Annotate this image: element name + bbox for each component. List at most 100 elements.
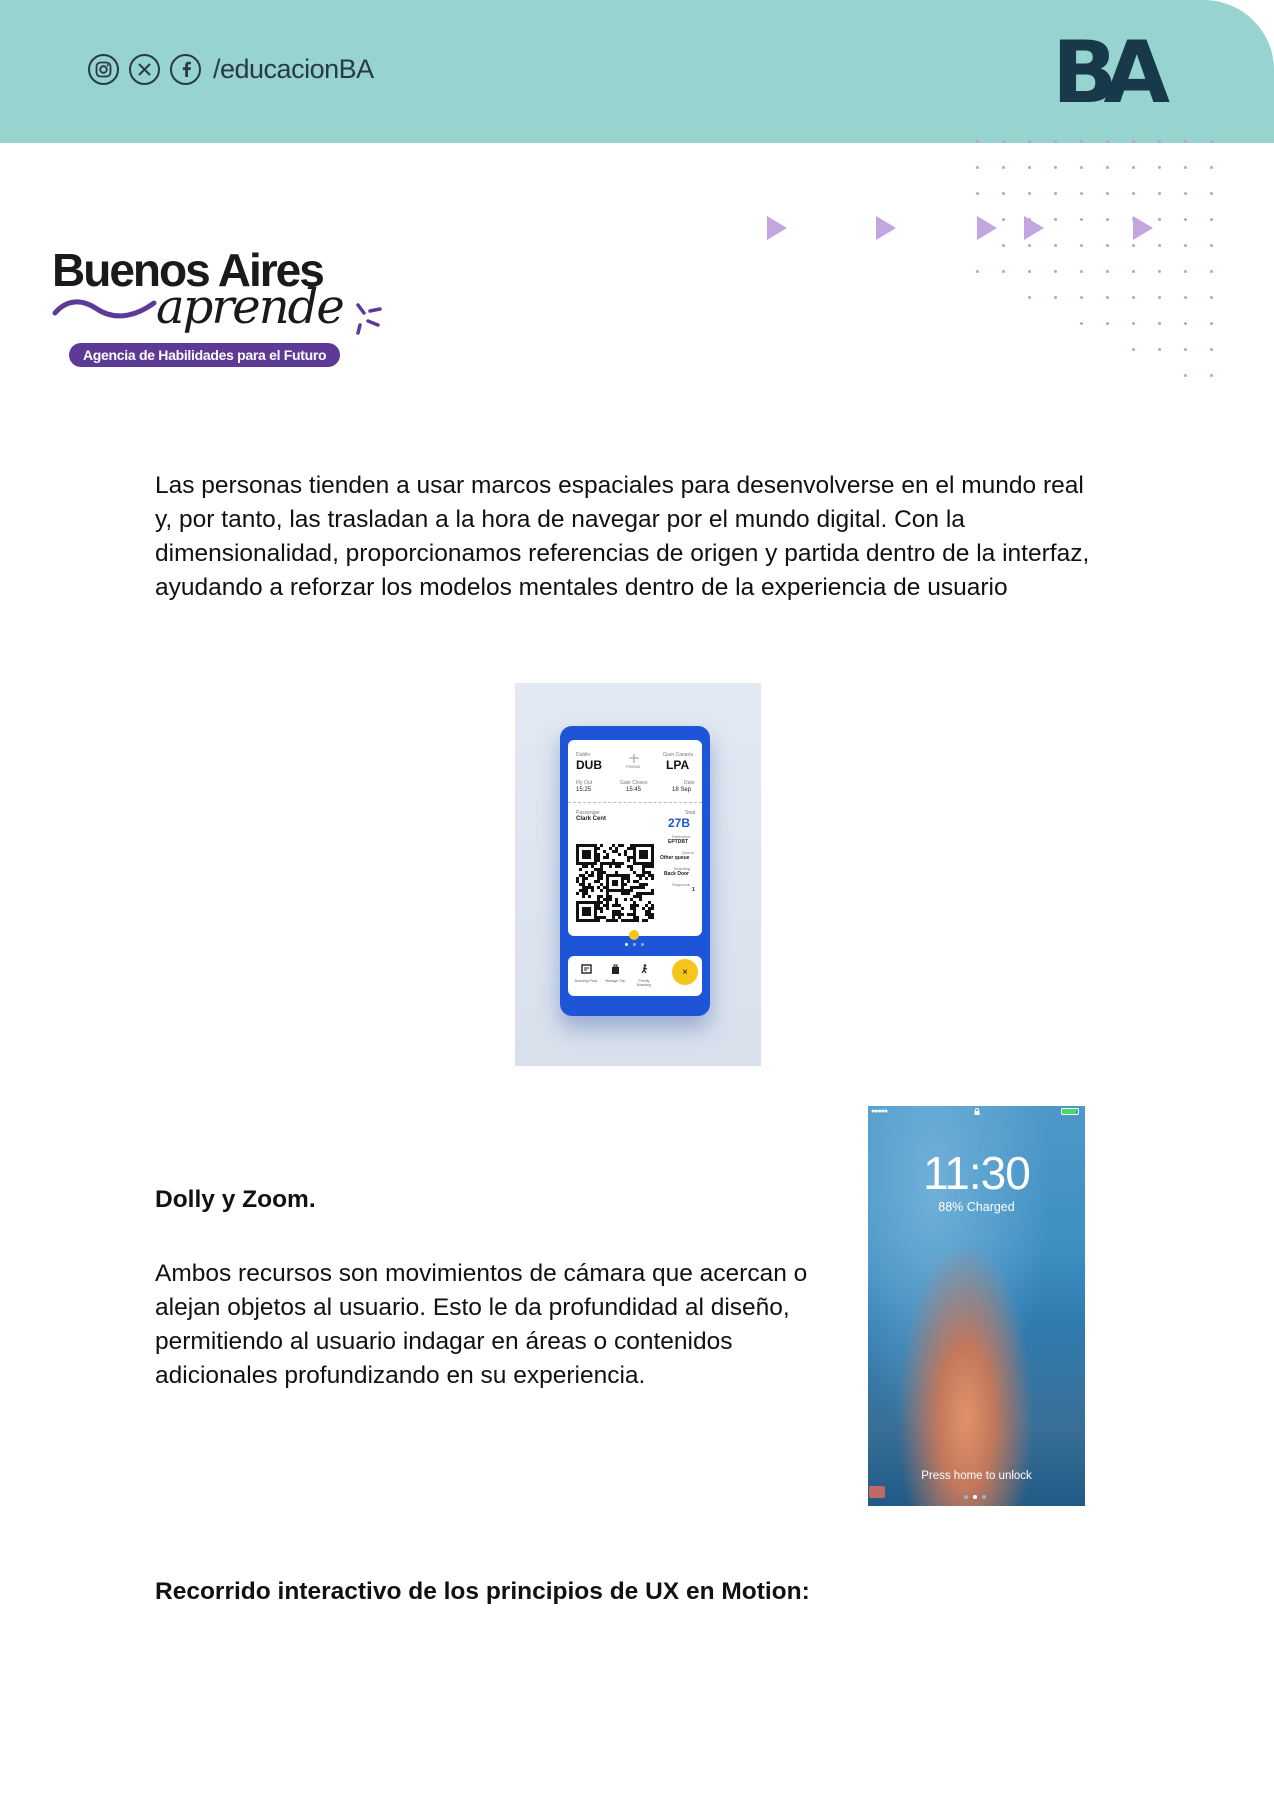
decorative-dot bbox=[1002, 244, 1005, 247]
decorative-dot bbox=[1158, 322, 1161, 325]
decorative-dot bbox=[1106, 270, 1109, 273]
decorative-dot bbox=[1210, 140, 1213, 143]
decorative-dot bbox=[1210, 166, 1213, 169]
decorative-dot bbox=[1132, 192, 1135, 195]
page-dots bbox=[962, 1495, 992, 1500]
decorative-dot bbox=[1054, 140, 1057, 143]
boarding-ticket: Dublin DUB FR8340 Gran Canaria LPA Fly O… bbox=[568, 740, 702, 940]
decorative-dot bbox=[1184, 218, 1187, 221]
signal-icon: ●●●●● bbox=[871, 1108, 888, 1115]
decorative-dot bbox=[1080, 270, 1083, 273]
decorative-dot bbox=[1028, 192, 1031, 195]
ba-logo: BA bbox=[1052, 23, 1170, 123]
decorative-dot bbox=[1028, 296, 1031, 299]
date-value: 18 Sep bbox=[672, 787, 692, 793]
decorative-dot bbox=[1132, 270, 1135, 273]
decorative-dot bbox=[1210, 348, 1213, 351]
unlock-hint: Press home to unlock bbox=[921, 1470, 1032, 1482]
nav-manage-trip[interactable]: Manage Trip bbox=[603, 961, 627, 983]
decorative-dot bbox=[1210, 374, 1213, 377]
reference-value: EPTDBT bbox=[668, 839, 688, 845]
nav-boarding-pass[interactable]: Boarding Pass bbox=[574, 961, 598, 983]
camera-icon[interactable] bbox=[869, 1486, 885, 1498]
decorative-dot bbox=[1080, 140, 1083, 143]
decorative-dot bbox=[976, 270, 979, 273]
charge-status: 88% Charged bbox=[938, 1200, 1015, 1214]
decorative-dot bbox=[1080, 166, 1083, 169]
lock-time: 11:30 bbox=[923, 1147, 1031, 1199]
decorative-dot bbox=[1028, 244, 1031, 247]
decorative-dot bbox=[1054, 192, 1057, 195]
decorative-dot bbox=[1184, 192, 1187, 195]
social-links: /educacionBA bbox=[88, 54, 374, 85]
decorative-dot bbox=[1106, 140, 1109, 143]
triangle-icon bbox=[977, 216, 997, 240]
decorative-dot bbox=[1132, 348, 1135, 351]
decorative-dot bbox=[1210, 322, 1213, 325]
decorative-dot bbox=[1028, 140, 1031, 143]
seat-value: 27B bbox=[668, 816, 691, 830]
decorative-dot bbox=[1106, 218, 1109, 221]
facebook-icon[interactable] bbox=[170, 54, 201, 85]
decorative-dot bbox=[1106, 244, 1109, 247]
decorative-dot bbox=[1106, 296, 1109, 299]
decorative-dot bbox=[1080, 296, 1083, 299]
decorative-dot bbox=[1184, 244, 1187, 247]
decorative-dot bbox=[1132, 322, 1135, 325]
decorative-dot bbox=[1002, 140, 1005, 143]
fly-out-label: Fly Out bbox=[576, 780, 593, 786]
decorative-dot bbox=[1106, 166, 1109, 169]
decorative-dot bbox=[1054, 244, 1057, 247]
decorative-dot bbox=[1028, 270, 1031, 273]
header-bar: /educacionBA BA bbox=[0, 0, 1274, 143]
gate-label: Gate Closes bbox=[620, 780, 648, 786]
decorative-dot bbox=[1054, 296, 1057, 299]
decorative-dot bbox=[1158, 192, 1161, 195]
ticket-badge bbox=[629, 930, 639, 940]
close-fab-button[interactable]: × bbox=[672, 959, 698, 985]
instagram-icon[interactable] bbox=[88, 54, 119, 85]
decorative-dot bbox=[1210, 244, 1213, 247]
decorative-dot bbox=[1210, 192, 1213, 195]
decorative-dot bbox=[1106, 192, 1109, 195]
phone-mockup: Dublin DUB FR8340 Gran Canaria LPA Fly O… bbox=[560, 726, 710, 1016]
lockscreen-image: ●●●●● 11:30 88% Charged Press home to un… bbox=[868, 1106, 1085, 1506]
from-code: DUB bbox=[576, 758, 602, 772]
decorative-dot bbox=[1002, 166, 1005, 169]
decorative-dot bbox=[1184, 374, 1187, 377]
decorative-dot bbox=[1054, 270, 1057, 273]
social-handle[interactable]: /educacionBA bbox=[213, 54, 374, 85]
decorative-dot bbox=[1158, 296, 1161, 299]
decorative-dot bbox=[1028, 166, 1031, 169]
sparkle-icon bbox=[356, 303, 382, 335]
decorative-dot bbox=[1158, 140, 1161, 143]
decorative-dot bbox=[1184, 348, 1187, 351]
decorative-dot bbox=[1002, 218, 1005, 221]
lock-icon bbox=[974, 1108, 980, 1115]
x-icon[interactable] bbox=[129, 54, 160, 85]
brand-tagline: Agencia de Habilidades para el Futuro bbox=[69, 343, 341, 367]
decorative-dot bbox=[976, 140, 979, 143]
decorative-dot bbox=[1184, 296, 1187, 299]
decorative-dot bbox=[976, 192, 979, 195]
triangle-icon bbox=[767, 216, 787, 240]
passenger-name: Clark Cent bbox=[576, 816, 607, 822]
nav-priority-boarding[interactable]: Priority Boarding bbox=[632, 961, 656, 987]
fly-out-time: 15:25 bbox=[576, 787, 592, 793]
decorative-dot bbox=[1158, 244, 1161, 247]
decorative-dot bbox=[1132, 296, 1135, 299]
boarding-value: Back Door bbox=[664, 871, 690, 877]
flight-number: FR8340 bbox=[626, 764, 641, 769]
decorative-dot bbox=[1002, 270, 1005, 273]
decorative-dot bbox=[1210, 296, 1213, 299]
squiggle-icon bbox=[52, 299, 157, 319]
to-code: LPA bbox=[666, 758, 690, 772]
close-icon: × bbox=[682, 966, 688, 978]
decorative-dot bbox=[1210, 218, 1213, 221]
sequence-label: Sequence bbox=[672, 882, 691, 887]
gate-time: 15:45 bbox=[626, 787, 642, 793]
paragraph-dolly-zoom: Ambos recursos son movimientos de cámara… bbox=[155, 1260, 808, 1389]
decorative-dot bbox=[1184, 322, 1187, 325]
decorative-dot bbox=[1132, 166, 1135, 169]
decorative-dot bbox=[1054, 218, 1057, 221]
